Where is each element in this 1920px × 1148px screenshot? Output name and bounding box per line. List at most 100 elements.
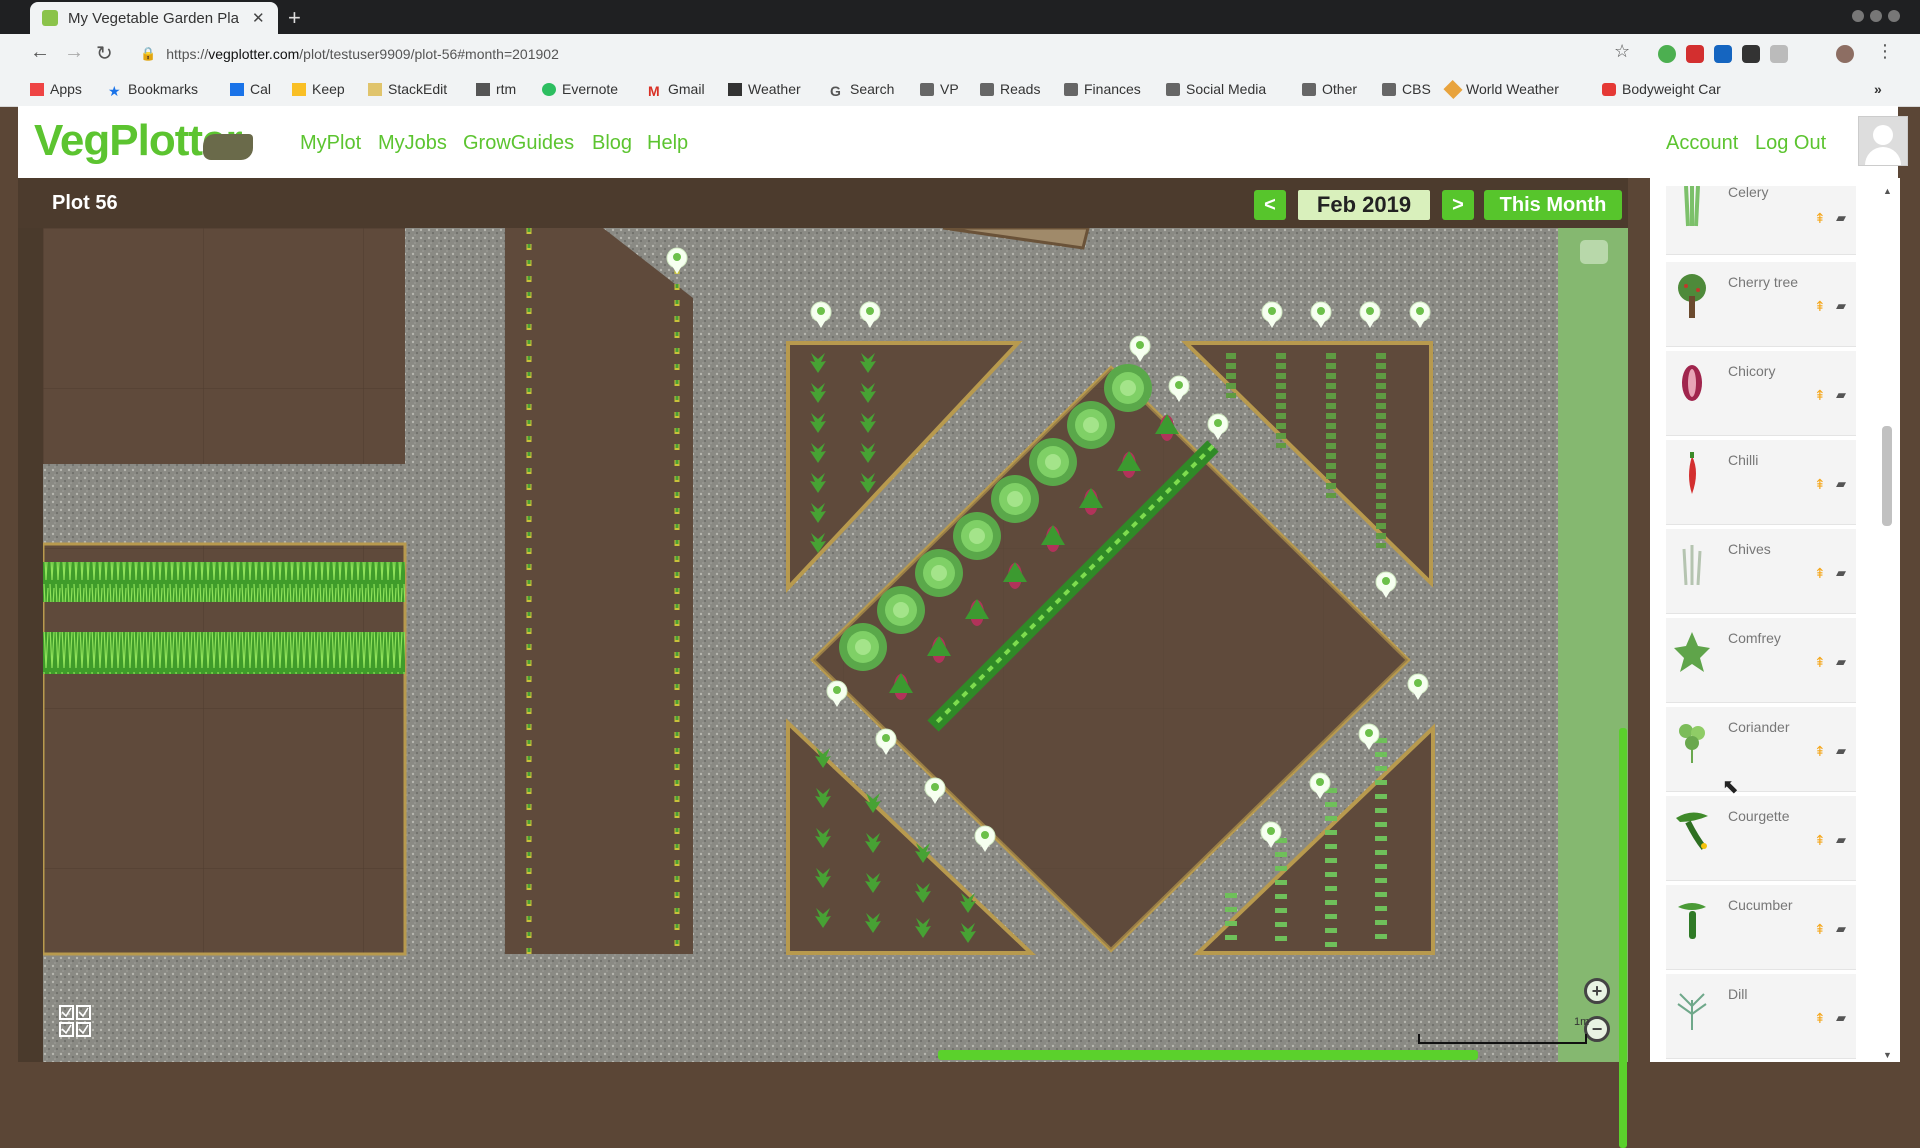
tab-favicon-icon xyxy=(42,10,58,26)
garden-plan-drawing[interactable] xyxy=(41,226,1603,1062)
window-minimize-button[interactable] xyxy=(1852,10,1864,22)
nav-blog[interactable]: Blog xyxy=(592,132,632,155)
bookmark-evernote[interactable]: Evernote xyxy=(542,81,618,97)
layers-extension-icon[interactable] xyxy=(1742,45,1760,63)
m-extension-icon[interactable] xyxy=(1770,45,1788,63)
plant-card-chicory[interactable]: Chicory ⇞ ▰ xyxy=(1666,351,1856,436)
bookmark-bodyweight[interactable]: Bodyweight Car xyxy=(1602,81,1721,97)
tab-close-icon[interactable]: ✕ xyxy=(252,9,265,27)
folder-icon xyxy=(1064,82,1078,96)
plant-card-dill[interactable]: Dill ⇞ ▰ xyxy=(1666,974,1856,1059)
bookmark-vp[interactable]: VP xyxy=(920,81,959,97)
bookmark-rtm[interactable]: rtm xyxy=(476,81,516,97)
new-tab-button[interactable]: + xyxy=(288,5,301,31)
lock-icon: 🔒 xyxy=(140,46,157,61)
browser-tab[interactable]: My Vegetable Garden Pla ✕ xyxy=(30,2,278,34)
sow-icon[interactable]: ⇞ xyxy=(1814,832,1826,849)
plant-card-comfrey[interactable]: Comfrey ⇞ ▰ xyxy=(1666,618,1856,703)
bookmark-cbs[interactable]: CBS xyxy=(1382,81,1431,97)
gmail-extension-icon[interactable] xyxy=(1686,45,1704,63)
calendar-extension-icon[interactable] xyxy=(1714,45,1732,63)
sow-icon[interactable]: ⇞ xyxy=(1814,921,1826,938)
sow-icon[interactable]: ⇞ xyxy=(1814,565,1826,582)
bookmark-stackedit[interactable]: StackEdit xyxy=(368,81,447,97)
logout-link[interactable]: Log Out xyxy=(1755,132,1826,155)
garden-canvas[interactable] xyxy=(41,226,1603,1062)
bookmark-gmail[interactable]: M Gmail xyxy=(648,81,705,99)
plant-card-courgette[interactable]: Courgette ⇞ ▰ xyxy=(1666,796,1856,881)
note-icon[interactable]: ▰ xyxy=(1836,654,1846,670)
previous-month-button[interactable]: < xyxy=(1254,190,1286,220)
note-icon[interactable]: ▰ xyxy=(1836,832,1846,848)
sow-icon[interactable]: ⇞ xyxy=(1814,387,1826,404)
bookmark-social-media[interactable]: Social Media xyxy=(1166,81,1266,97)
this-month-button[interactable]: This Month xyxy=(1484,190,1622,220)
note-icon[interactable]: ▰ xyxy=(1836,921,1846,937)
horizontal-scrollbar[interactable] xyxy=(938,1050,1478,1060)
address-bar[interactable]: 🔒 https://vegplotter.com/plot/testuser99… xyxy=(130,40,1600,68)
sidebar-scroll-down-icon[interactable]: ▼ xyxy=(1883,1050,1892,1060)
sidebar-scrollbar-thumb[interactable] xyxy=(1882,426,1892,526)
note-icon[interactable]: ▰ xyxy=(1836,387,1846,403)
bookmark-other[interactable]: Other xyxy=(1302,81,1357,97)
plant-card-celery[interactable]: Celery ⇞ ▰ xyxy=(1666,184,1856,255)
sow-icon[interactable]: ⇞ xyxy=(1814,654,1826,671)
gmail-icon: M xyxy=(648,82,660,99)
note-icon[interactable]: ▰ xyxy=(1836,565,1846,581)
bookmark-reads[interactable]: Reads xyxy=(980,81,1040,97)
browser-menu-icon[interactable]: ⋮ xyxy=(1876,41,1894,62)
bookmark-bookmarks[interactable]: ★ Bookmarks xyxy=(108,81,198,99)
plant-card-coriander[interactable]: Coriander ⇞ ▰ xyxy=(1666,707,1856,792)
sow-icon[interactable]: ⇞ xyxy=(1814,743,1826,760)
celery-icon xyxy=(1684,186,1700,227)
sow-icon[interactable]: ⇞ xyxy=(1814,298,1826,315)
sow-icon[interactable]: ⇞ xyxy=(1814,476,1826,493)
apps-grid-icon xyxy=(30,82,44,96)
bookmark-cal[interactable]: Cal xyxy=(230,81,271,97)
sow-icon[interactable]: ⇞ xyxy=(1814,210,1826,227)
back-icon[interactable]: ← xyxy=(30,41,50,64)
rtm-icon xyxy=(476,82,490,96)
grid-toggle-icon[interactable] xyxy=(58,1004,92,1038)
note-icon[interactable]: ▰ xyxy=(1836,298,1846,314)
zoom-in-icon[interactable]: + xyxy=(1584,978,1610,1004)
vertical-scrollbar[interactable] xyxy=(1619,728,1627,1148)
note-icon[interactable]: ▰ xyxy=(1836,743,1846,759)
nav-myjobs[interactable]: MyJobs xyxy=(378,132,447,155)
sow-icon[interactable]: ⇞ xyxy=(1814,1010,1826,1027)
bookmark-apps[interactable]: Apps xyxy=(30,81,82,97)
camera-icon[interactable] xyxy=(1580,240,1608,264)
reload-icon[interactable]: ↻ xyxy=(96,41,113,66)
bookmark-search[interactable]: G Search xyxy=(830,81,894,99)
next-month-button[interactable]: > xyxy=(1442,190,1474,220)
account-link[interactable]: Account xyxy=(1666,132,1738,155)
bookmark-star-icon[interactable]: ☆ xyxy=(1614,41,1630,62)
star-icon: ★ xyxy=(108,82,121,99)
nav-growguides[interactable]: GrowGuides xyxy=(463,132,574,155)
plant-card-chives[interactable]: Chives ⇞ ▰ xyxy=(1666,529,1856,614)
folder-icon xyxy=(1302,82,1316,96)
evernote-extension-icon[interactable] xyxy=(1658,45,1676,63)
url-text: https://vegplotter.com/plot/testuser9909… xyxy=(166,46,559,62)
user-avatar[interactable] xyxy=(1858,116,1908,166)
bookmark-finances[interactable]: Finances xyxy=(1064,81,1141,97)
window-close-button[interactable] xyxy=(1888,10,1900,22)
note-icon[interactable]: ▰ xyxy=(1836,476,1846,492)
plant-card-chilli[interactable]: Chilli ⇞ ▰ xyxy=(1666,440,1856,525)
plant-card-cherry-tree[interactable]: Cherry tree ⇞ ▰ xyxy=(1666,262,1856,347)
nav-myplot[interactable]: MyPlot xyxy=(300,132,361,155)
nav-help[interactable]: Help xyxy=(647,132,688,155)
bookmarks-overflow-icon[interactable]: » xyxy=(1874,81,1882,97)
bookmark-weather[interactable]: Weather xyxy=(728,81,801,97)
bookmark-world-weather[interactable]: World Weather xyxy=(1443,79,1559,99)
forward-icon[interactable]: → xyxy=(64,41,84,64)
note-icon[interactable]: ▰ xyxy=(1836,210,1846,226)
sidebar-scroll-up-icon[interactable]: ▲ xyxy=(1883,186,1892,196)
window-maximize-button[interactable] xyxy=(1870,10,1882,22)
avatar-head-shape xyxy=(1873,125,1893,145)
comfrey-icon xyxy=(1674,632,1710,672)
bookmark-keep[interactable]: Keep xyxy=(292,81,345,97)
plant-card-cucumber[interactable]: Cucumber ⇞ ▰ xyxy=(1666,885,1856,970)
note-icon[interactable]: ▰ xyxy=(1836,1010,1846,1026)
profile-avatar-icon[interactable] xyxy=(1836,45,1854,63)
